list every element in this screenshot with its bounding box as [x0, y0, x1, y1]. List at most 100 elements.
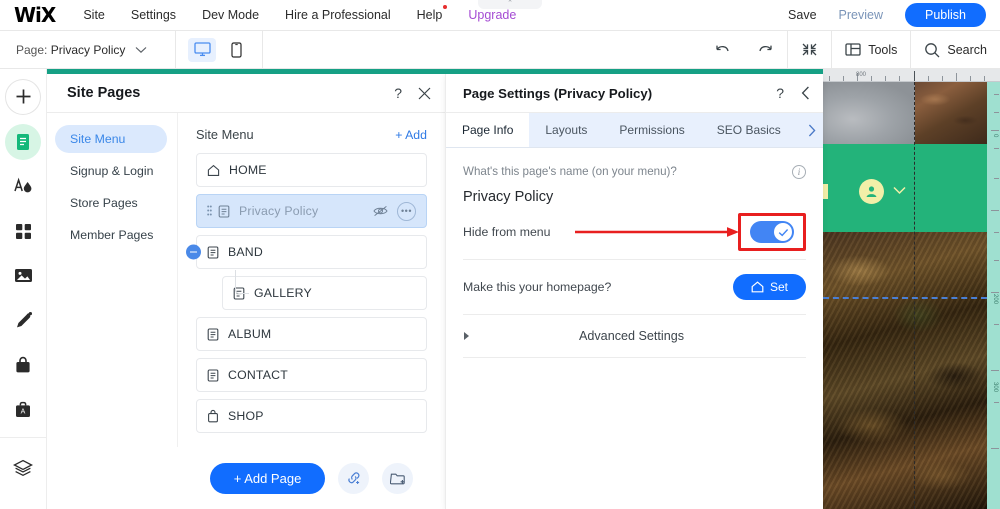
- search-button[interactable]: Search: [910, 31, 1000, 68]
- page-selector-value: Privacy Policy: [51, 43, 126, 57]
- menu-item-upgrade[interactable]: Upgrade: [468, 8, 516, 22]
- page-row-label: BAND: [228, 245, 263, 259]
- page-row-home[interactable]: HOME: [196, 153, 427, 187]
- expand-triangle-icon: [464, 332, 469, 340]
- help-icon[interactable]: ?: [776, 86, 784, 100]
- mobile-view-button[interactable]: [222, 38, 250, 62]
- menu-item-dev-mode[interactable]: Dev Mode: [202, 8, 259, 22]
- set-homepage-button[interactable]: Set: [733, 274, 806, 300]
- page-list-area: Site Menu + Add HOME Privac: [178, 113, 445, 447]
- page-row-shop[interactable]: SHOP: [196, 399, 427, 433]
- page-row-gallery[interactable]: GALLERY: [222, 276, 427, 310]
- page-options-menu-button[interactable]: •••: [397, 202, 416, 221]
- page-name-input[interactable]: Privacy Policy: [463, 189, 806, 205]
- drag-handle-icon[interactable]: [207, 205, 212, 217]
- store-bag-button[interactable]: [5, 348, 41, 384]
- sidebar-item-site-menu[interactable]: Site Menu: [55, 125, 167, 153]
- top-bar-actions: Save Preview Publish: [788, 3, 1000, 27]
- site-canvas-preview[interactable]: 800 0 200 300: [823, 69, 1000, 509]
- tab-layouts[interactable]: Layouts: [529, 113, 603, 147]
- sidebar-item-store-pages[interactable]: Store Pages: [55, 189, 167, 217]
- ruler-v-label-1: 0: [992, 134, 998, 137]
- pages-menu-button[interactable]: [5, 124, 41, 160]
- sidebar-item-signup-login[interactable]: Signup & Login: [55, 157, 167, 185]
- page-title: Site Pages: [67, 85, 140, 101]
- tab-seo-basics[interactable]: SEO Basics: [701, 113, 797, 147]
- ruler-v-label-3: 200: [992, 294, 998, 304]
- avatar[interactable]: [859, 179, 884, 204]
- menu-item-help[interactable]: Help: [417, 8, 443, 22]
- collapse-toggle-icon[interactable]: [186, 245, 201, 260]
- advanced-settings-row[interactable]: Advanced Settings: [463, 315, 806, 357]
- collapse-panels-button[interactable]: [787, 31, 831, 68]
- editor-toolbar: Page: Privacy Policy: [0, 31, 1000, 69]
- media-manager-button[interactable]: [5, 258, 41, 294]
- close-icon[interactable]: [418, 87, 431, 100]
- menu-item-help-label: Help: [417, 8, 443, 22]
- help-icon[interactable]: ?: [394, 86, 402, 100]
- shop-bag-icon: [207, 409, 219, 423]
- page-row-label: CONTACT: [228, 368, 288, 382]
- page-icon: [207, 328, 219, 341]
- home-icon: [207, 164, 220, 177]
- add-link[interactable]: + Add: [395, 128, 427, 142]
- site-pages-footer: + Add Page: [47, 447, 445, 509]
- page-settings-content: What's this page's name (on your menu)? …: [446, 148, 823, 509]
- hidden-eye-icon[interactable]: [373, 205, 388, 217]
- hide-from-menu-row: Hide from menu: [463, 205, 806, 259]
- tab-permissions[interactable]: Permissions: [603, 113, 700, 147]
- apps-market-button[interactable]: [5, 213, 41, 249]
- sidebar-item-member-pages[interactable]: Member Pages: [55, 221, 167, 249]
- add-folder-button[interactable]: [382, 463, 413, 494]
- page-row-label: ALBUM: [228, 327, 271, 341]
- page-selector-prefix: Page:: [16, 43, 51, 57]
- canvas-guide-horizontal: [823, 297, 987, 299]
- menu-item-site[interactable]: Site: [83, 8, 105, 22]
- blog-pen-button[interactable]: [5, 303, 41, 339]
- page-row-album[interactable]: ALBUM: [196, 317, 427, 351]
- add-page-button[interactable]: + Add Page: [210, 463, 326, 494]
- ruler-vertical[interactable]: 0 200 300: [987, 82, 1000, 509]
- search-icon: [924, 42, 940, 58]
- bookings-button[interactable]: A: [5, 392, 41, 428]
- add-elements-button[interactable]: [5, 79, 41, 115]
- chevron-down-icon: [135, 46, 147, 54]
- page-name-question: What's this page's name (on your menu)?: [463, 165, 806, 178]
- advanced-settings-label: Advanced Settings: [579, 329, 696, 343]
- save-button[interactable]: Save: [788, 8, 817, 22]
- page-selector-label: Page: Privacy Policy: [16, 43, 125, 57]
- tools-menu-button[interactable]: Tools: [831, 31, 910, 68]
- set-label: Set: [770, 280, 788, 294]
- design-theme-button[interactable]: [5, 169, 41, 205]
- publish-button[interactable]: Publish: [905, 3, 986, 27]
- undo-button[interactable]: [701, 31, 744, 68]
- ruler-top-label: 800: [856, 72, 866, 78]
- info-icon[interactable]: i: [792, 165, 806, 179]
- preview-button[interactable]: Preview: [839, 8, 883, 22]
- page-row-label: Privacy Policy: [239, 204, 318, 218]
- desktop-view-button[interactable]: [188, 38, 216, 62]
- tab-page-info[interactable]: Page Info: [446, 113, 529, 147]
- tabs-next-arrow-icon[interactable]: [797, 113, 827, 147]
- page-row-privacy-policy[interactable]: Privacy Policy •••: [196, 194, 427, 228]
- layers-button[interactable]: [5, 450, 41, 486]
- page-icon: [218, 205, 230, 218]
- layers-section: [0, 437, 46, 509]
- redo-button[interactable]: [744, 31, 787, 68]
- tools-icon: [845, 42, 861, 57]
- top-notch: ⌃: [478, 0, 542, 9]
- wix-logo[interactable]: WiX: [14, 3, 55, 27]
- search-label: Search: [947, 43, 987, 57]
- menu-item-settings[interactable]: Settings: [131, 8, 176, 22]
- menu-item-hire-a-professional[interactable]: Hire a Professional: [285, 8, 391, 22]
- canvas-guide-vertical: [914, 82, 915, 509]
- canvas-chevron-down-icon[interactable]: [893, 186, 906, 195]
- page-selector-dropdown[interactable]: Page: Privacy Policy: [0, 31, 176, 68]
- add-link-button[interactable]: [338, 463, 369, 494]
- hide-from-menu-toggle[interactable]: [750, 221, 794, 243]
- annotation-arrow: [575, 227, 743, 238]
- page-row-band[interactable]: BAND: [196, 235, 427, 269]
- back-chevron-icon[interactable]: [801, 86, 810, 100]
- ruler-horizontal[interactable]: 800: [823, 69, 1000, 82]
- page-row-contact[interactable]: CONTACT: [196, 358, 427, 392]
